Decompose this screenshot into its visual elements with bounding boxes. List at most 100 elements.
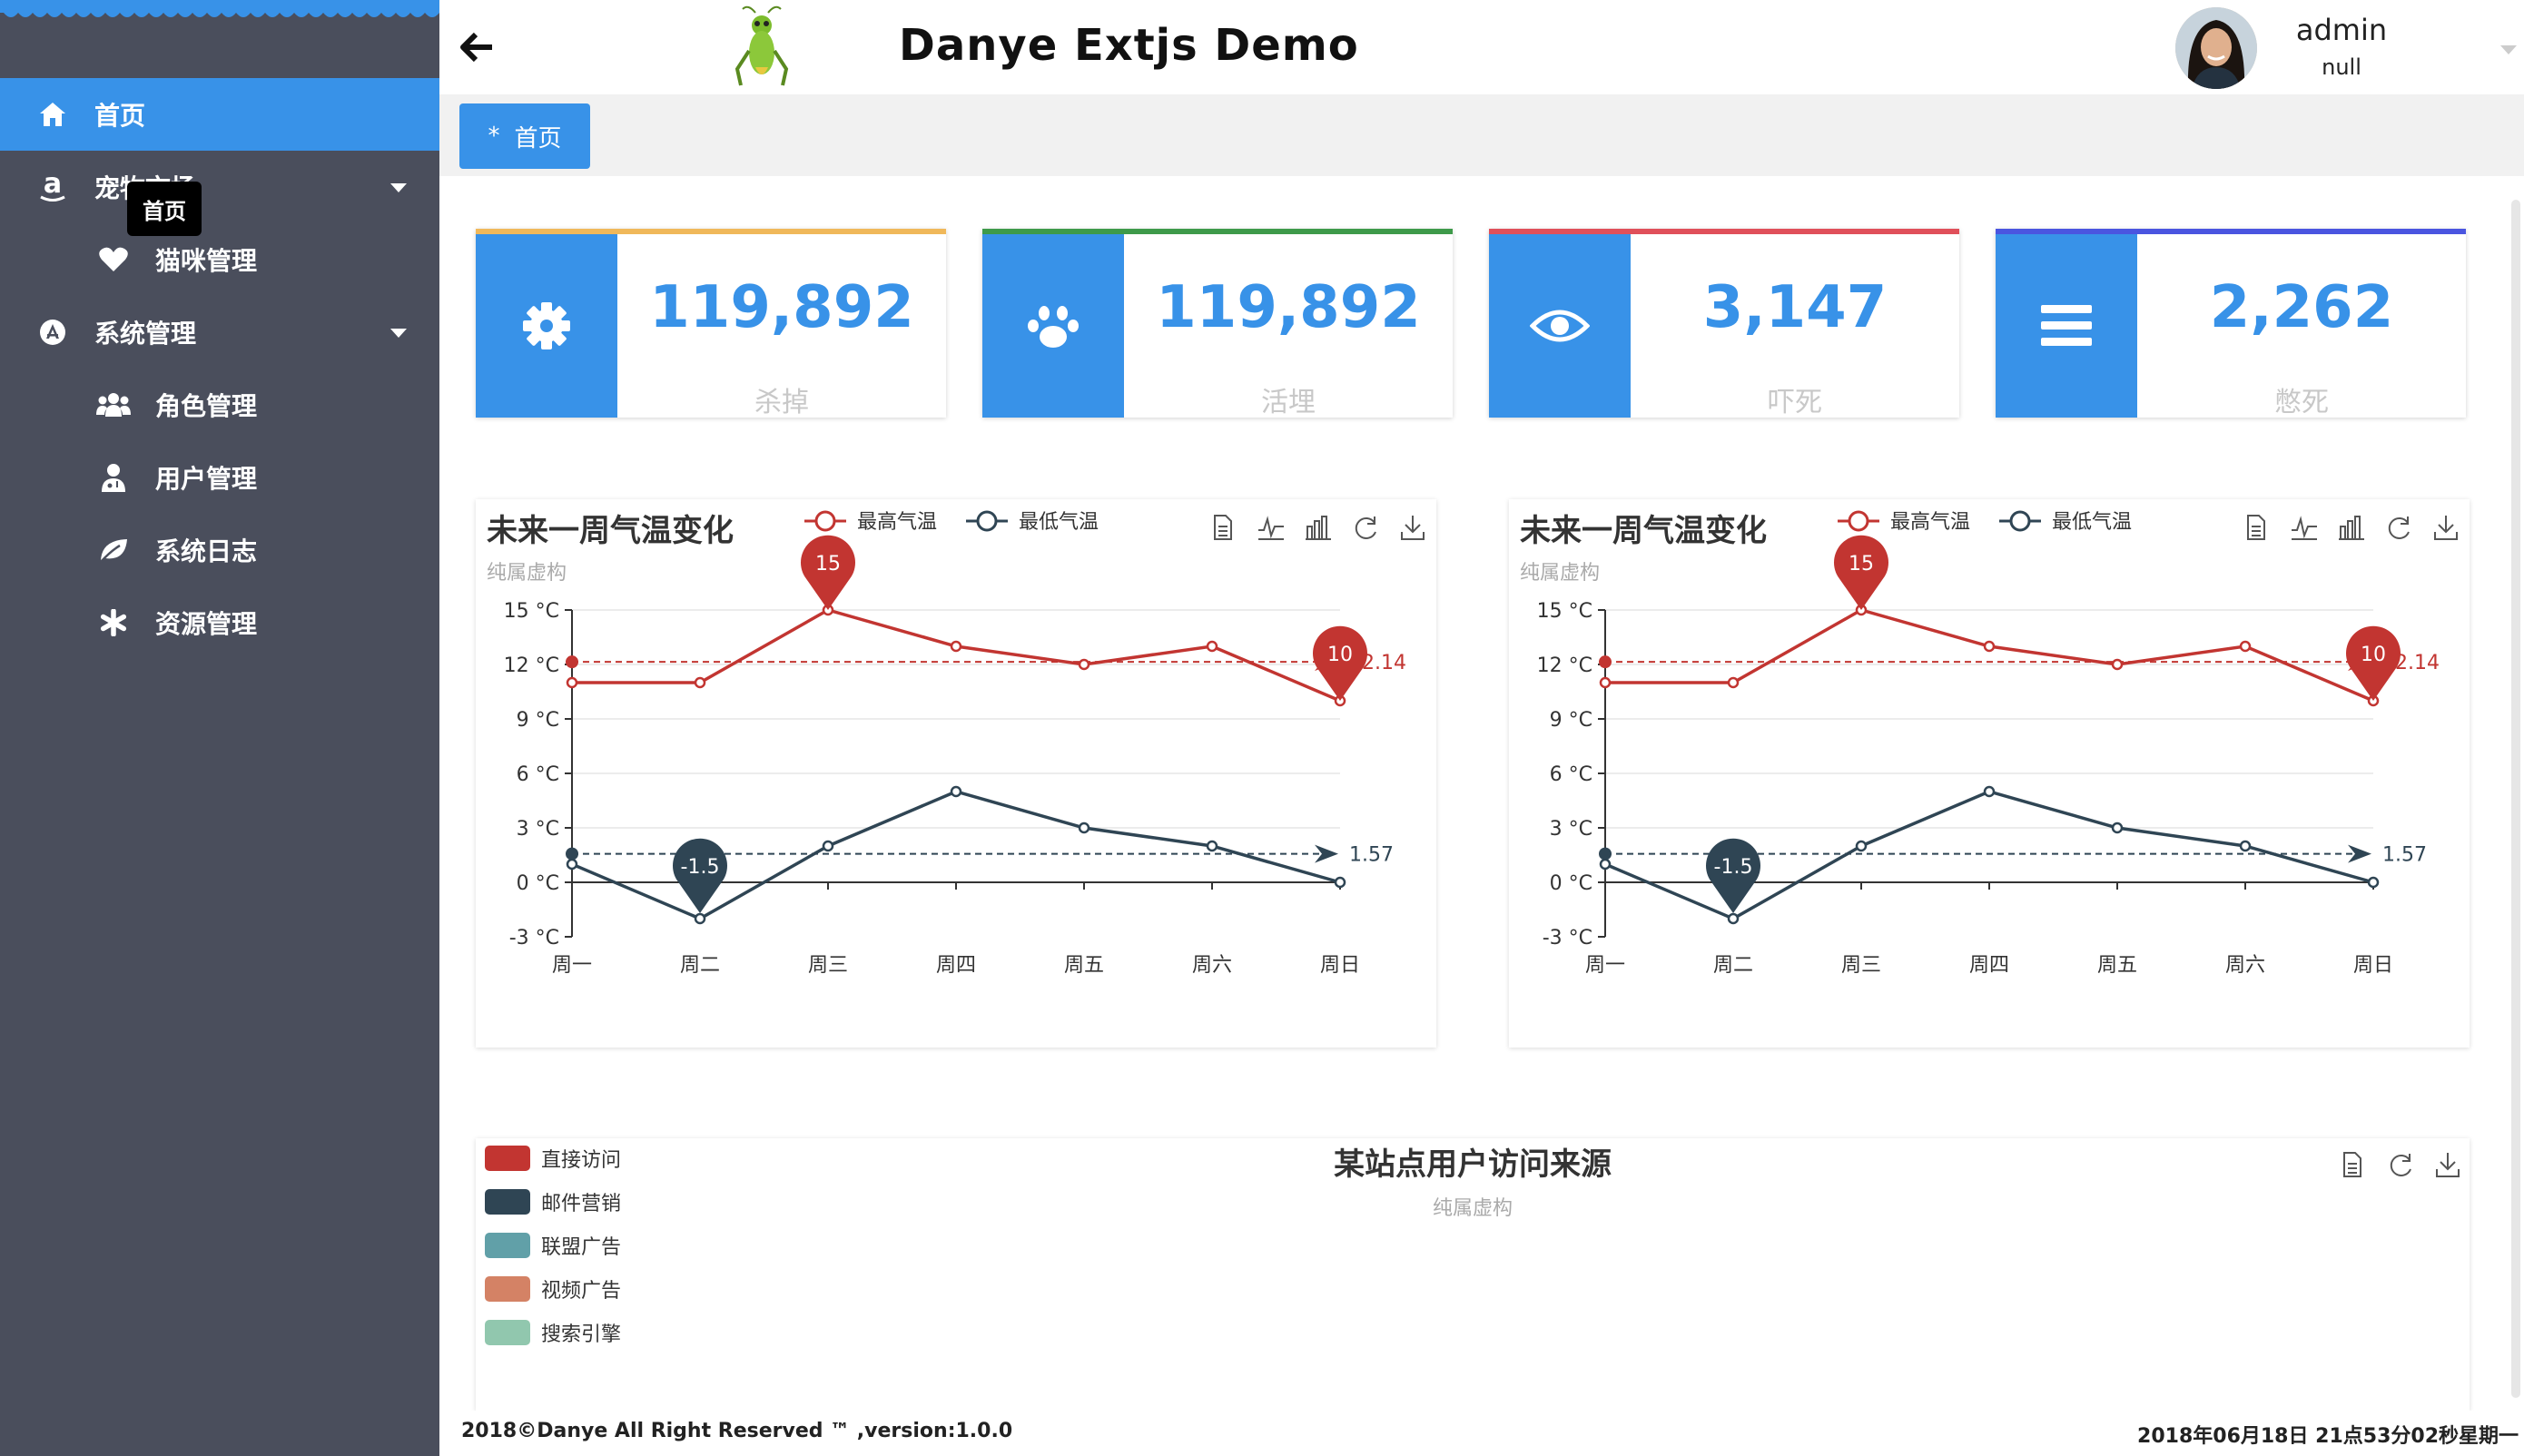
- gear-icon: [476, 234, 617, 418]
- paw-icon: [982, 234, 1124, 418]
- sidebar-item-label: 角色管理: [155, 391, 258, 421]
- sidebar: 首页 a 宠物市场 猫咪管理 系统管理 角色管理 用: [0, 0, 439, 1456]
- data-point: [1983, 640, 1996, 653]
- data-point: [1078, 821, 1090, 834]
- average-label: 1.57: [2382, 844, 2427, 867]
- legend-swatch: [485, 1233, 530, 1258]
- data-view-icon[interactable]: [1214, 515, 1232, 540]
- chart-title: 未来一周气温变化: [487, 513, 734, 549]
- tab-home[interactable]: * 首页: [459, 103, 590, 169]
- legend-swatch: [485, 1276, 530, 1302]
- stat-caption: 杀掉: [754, 387, 809, 418]
- data-view-icon[interactable]: [2247, 515, 2265, 540]
- temperature-line-chart: 未来一周气温变化纯属虚构 最高气温 最低气温 15 °C 12 °C 9 °C 6 °C 3 …: [1520, 510, 2458, 977]
- legend-swatch: [485, 1320, 530, 1345]
- sidebar-item-cat-management[interactable]: 猫咪管理: [0, 223, 439, 296]
- temperature-chart-panel: 未来一周气温变化 纯属虚构 最高气温 最低气温 15 °C 12 °C 9 °C 6 °C 3 …: [1509, 499, 2470, 1048]
- download-icon[interactable]: [2436, 1153, 2460, 1177]
- sidebar-item-label: 系统管理: [94, 319, 197, 349]
- x-tick-label: 周二: [1713, 954, 1753, 977]
- legend-item[interactable]: 最高气温: [804, 510, 937, 534]
- chevron-down-icon: [390, 329, 407, 338]
- x-tick-label: 周一: [1585, 954, 1625, 977]
- legend-item[interactable]: 最低气温: [966, 510, 1099, 534]
- chart-subtitle: 纯属虚构: [1433, 1197, 1513, 1220]
- traffic-source-chart-panel: 某站点用户访问来源 纯属虚构 直接访问 邮件营销 联盟广告 视频广告 搜索引擎: [476, 1138, 2470, 1411]
- data-point: [1855, 840, 1868, 852]
- y-tick-label: 15 °C: [1537, 600, 1592, 623]
- y-tick-label: 9 °C: [1550, 709, 1592, 732]
- refresh-icon[interactable]: [2390, 1154, 2411, 1176]
- stat-card-scare: 3,147 吓死: [1489, 229, 1959, 418]
- back-arrow-icon[interactable]: [458, 27, 498, 67]
- bar-chart-icon[interactable]: [2339, 516, 2364, 540]
- legend-label: 最低气温: [2052, 511, 2132, 534]
- data-point: [2111, 658, 2124, 671]
- download-icon[interactable]: [1401, 516, 1425, 540]
- bar-chart-icon[interactable]: [1306, 516, 1331, 540]
- scrollbar[interactable]: [2511, 200, 2520, 1398]
- pin-label: -1.5: [681, 856, 720, 879]
- data-point: [950, 640, 962, 653]
- legend-item[interactable]: 最低气温: [1999, 510, 2132, 534]
- legend-item[interactable]: 直接访问: [485, 1146, 621, 1172]
- sidebar-item-label: 猫咪管理: [155, 246, 258, 276]
- data-view-icon[interactable]: [2343, 1152, 2361, 1177]
- data-point: [822, 840, 834, 852]
- data-point: [694, 676, 706, 689]
- sidebar-item-role-management[interactable]: 角色管理: [0, 369, 439, 441]
- x-tick-label: 周日: [1320, 954, 1360, 977]
- legend-item[interactable]: 联盟广告: [485, 1233, 621, 1259]
- download-icon[interactable]: [2434, 516, 2458, 540]
- chart-subtitle: 纯属虚构: [1520, 562, 1600, 585]
- tab-bar: * 首页: [439, 94, 2524, 176]
- chevron-down-icon[interactable]: [2500, 45, 2517, 54]
- tooltip: 首页: [127, 182, 202, 236]
- refresh-icon[interactable]: [2388, 516, 2410, 539]
- legend-label: 最低气温: [1019, 511, 1099, 534]
- y-tick-label: 12 °C: [1537, 654, 1592, 677]
- data-point: [2239, 640, 2252, 653]
- sidebar-item-system-log[interactable]: 系统日志: [0, 514, 439, 586]
- sidebar-item-resource-management[interactable]: 资源管理: [0, 586, 439, 659]
- refresh-icon[interactable]: [1355, 516, 1376, 539]
- min-marker-pin: -1.5: [673, 838, 727, 913]
- x-tick-label: 周五: [1064, 954, 1104, 977]
- data-point: [1983, 785, 1996, 798]
- sidebar-item-pet-market[interactable]: a 宠物市场: [0, 151, 439, 223]
- legend-item[interactable]: 最高气温: [1838, 510, 1970, 534]
- asterisk-icon: *: [488, 123, 500, 150]
- line-chart-icon[interactable]: [1258, 516, 1284, 540]
- sidebar-item-system-management[interactable]: 系统管理: [0, 296, 439, 369]
- legend-item[interactable]: 邮件营销: [485, 1189, 621, 1215]
- line-chart-icon[interactable]: [2292, 516, 2317, 540]
- user-name[interactable]: admin: [2282, 13, 2401, 47]
- sidebar-item-user-management[interactable]: 用户管理: [0, 441, 439, 514]
- legend-item[interactable]: 搜索引擎: [485, 1320, 621, 1346]
- data-point: [2111, 821, 2124, 834]
- data-point: [2239, 840, 2252, 852]
- traffic-source-pie-chart: 某站点用户访问来源纯属虚构 直接访问邮件营销联盟广告视频广告搜索引擎: [485, 1146, 2460, 1346]
- app-title: Danye Extjs Demo: [899, 20, 1359, 71]
- users-icon: [95, 387, 132, 423]
- legend-item[interactable]: 视频广告: [485, 1276, 621, 1303]
- data-point: [1599, 858, 1612, 871]
- x-tick-label: 周三: [808, 954, 848, 977]
- header: Danye Extjs Demo admin null: [439, 0, 2524, 95]
- legend-swatch: [485, 1189, 530, 1215]
- y-tick-label: 15 °C: [504, 600, 559, 623]
- heart-icon: [95, 241, 132, 278]
- sidebar-item-label: 用户管理: [155, 464, 258, 494]
- y-tick-label: 0 °C: [1550, 872, 1592, 895]
- y-tick-label: 12 °C: [504, 654, 559, 677]
- x-tick-label: 周一: [552, 954, 592, 977]
- min-marker-pin: 10: [1313, 625, 1367, 701]
- x-tick-label: 周五: [2097, 954, 2137, 977]
- avatar[interactable]: [2175, 7, 2257, 89]
- series-line: [572, 608, 1341, 703]
- y-tick-label: -3 °C: [1543, 927, 1592, 949]
- amazon-icon: a: [35, 169, 71, 205]
- sidebar-item-home[interactable]: 首页: [0, 78, 439, 151]
- bars-icon: [1996, 234, 2137, 418]
- stat-value: 119,892: [1156, 274, 1421, 341]
